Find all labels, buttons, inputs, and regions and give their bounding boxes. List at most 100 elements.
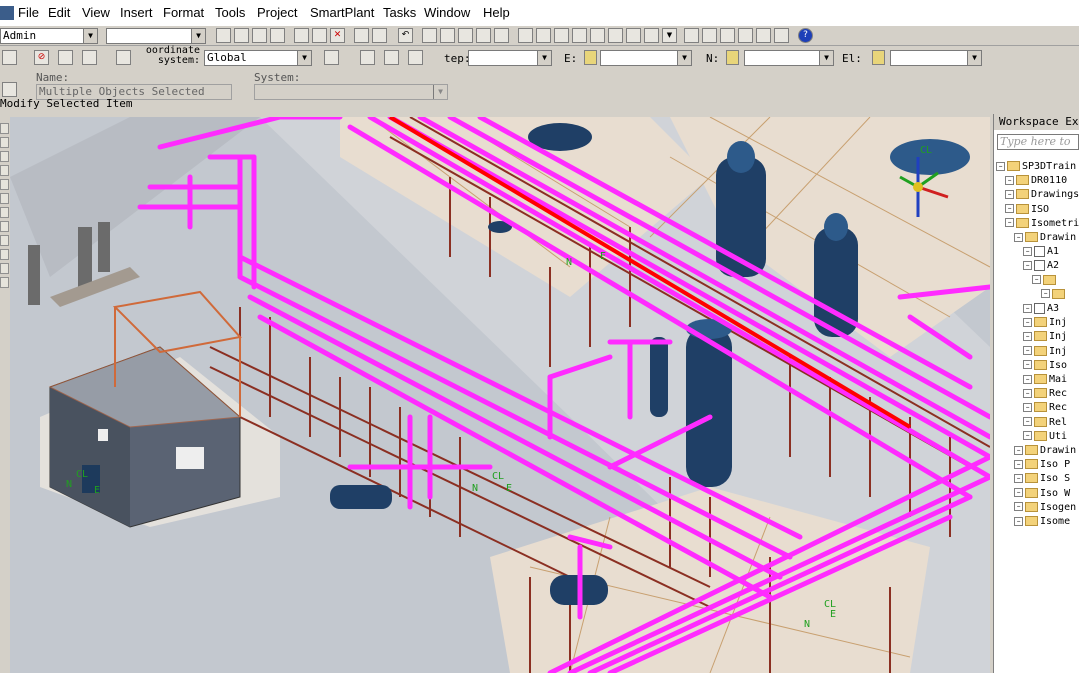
- view-front-icon[interactable]: [536, 28, 551, 43]
- menu-insert[interactable]: Insert: [120, 5, 153, 20]
- filter-icon[interactable]: [82, 50, 97, 65]
- print-icon[interactable]: [270, 28, 285, 43]
- spool-icon[interactable]: [0, 235, 9, 246]
- view-side-icon[interactable]: [554, 28, 569, 43]
- settings-icon[interactable]: [58, 50, 73, 65]
- tree-item[interactable]: − Uti: [1023, 430, 1067, 444]
- inspect-icon[interactable]: [440, 28, 455, 43]
- weld-icon[interactable]: [0, 249, 9, 260]
- tree-item[interactable]: − Mai: [1023, 373, 1067, 387]
- view-top-icon[interactable]: [518, 28, 533, 43]
- properties-icon[interactable]: [354, 28, 369, 43]
- tree-item[interactable]: − Inj: [1023, 345, 1067, 359]
- dropdown-arrow-icon[interactable]: ▼: [677, 51, 691, 65]
- tree-item[interactable]: − SP3DTrain: [996, 160, 1076, 174]
- view-style-dropdown-icon[interactable]: ▼: [662, 28, 677, 43]
- view-common-icon[interactable]: [626, 28, 641, 43]
- pinpoint-icon[interactable]: [360, 50, 375, 65]
- save-icon[interactable]: [252, 28, 267, 43]
- select-tool-icon[interactable]: [0, 123, 9, 134]
- expand-icon[interactable]: −: [1014, 488, 1023, 498]
- system-combo[interactable]: ▼: [254, 84, 448, 100]
- expand-icon[interactable]: −: [1014, 445, 1023, 455]
- workspace-icon[interactable]: [116, 50, 131, 65]
- dropdown-arrow-icon[interactable]: ▼: [433, 85, 447, 99]
- expand-icon[interactable]: −: [1023, 346, 1032, 356]
- expand-icon[interactable]: −: [1014, 516, 1023, 526]
- tree-item[interactable]: − Drawin: [1014, 231, 1076, 245]
- menu-project[interactable]: Project: [257, 5, 297, 20]
- expand-icon[interactable]: −: [1005, 204, 1014, 214]
- insert-tap-icon[interactable]: [0, 193, 9, 204]
- expand-icon[interactable]: −: [1041, 289, 1050, 299]
- copy-icon[interactable]: [294, 28, 309, 43]
- pan-icon[interactable]: [702, 28, 717, 43]
- insert-specialty-icon[interactable]: [0, 165, 9, 176]
- expand-icon[interactable]: −: [1005, 175, 1014, 185]
- lock-icon[interactable]: [584, 50, 597, 65]
- view-elevation-icon[interactable]: [608, 28, 623, 43]
- delete-icon[interactable]: ✕: [330, 28, 345, 43]
- tree-item[interactable]: −: [1041, 288, 1067, 302]
- tree-item[interactable]: − Isome: [1014, 515, 1070, 529]
- expand-icon[interactable]: −: [1023, 303, 1032, 313]
- tree-item[interactable]: − Iso S: [1014, 472, 1070, 486]
- expand-icon[interactable]: −: [1014, 473, 1023, 483]
- dropdown-arrow-icon[interactable]: ▼: [537, 51, 551, 65]
- menu-smartplant[interactable]: SmartPlant: [310, 5, 374, 20]
- tree-item[interactable]: − ISO: [1005, 203, 1049, 217]
- tree-item[interactable]: − Isometric: [1005, 217, 1079, 231]
- n-coordinate-field[interactable]: ▼: [744, 50, 834, 66]
- dropdown-arrow-icon[interactable]: ▼: [819, 51, 833, 65]
- tree-item[interactable]: − Iso P: [1014, 458, 1070, 472]
- measure-icon[interactable]: [422, 28, 437, 43]
- expand-icon[interactable]: −: [1023, 246, 1032, 256]
- tree-item[interactable]: − A2: [1023, 259, 1059, 273]
- menu-format[interactable]: Format: [163, 5, 204, 20]
- route-pipe-icon[interactable]: [0, 137, 9, 148]
- rotate-icon[interactable]: [756, 28, 771, 43]
- fit-icon[interactable]: [738, 28, 753, 43]
- expand-icon[interactable]: −: [1023, 260, 1032, 270]
- help-icon[interactable]: ?: [798, 28, 813, 43]
- select-tool-icon[interactable]: [2, 50, 17, 65]
- tree-item[interactable]: −: [1032, 274, 1058, 288]
- expand-icon[interactable]: −: [1014, 502, 1023, 512]
- insert-feature-icon[interactable]: [0, 221, 9, 232]
- step-combo[interactable]: ▼: [468, 50, 552, 66]
- undo-icon[interactable]: ↶: [398, 28, 413, 43]
- tree-item[interactable]: − Isogen: [1014, 501, 1076, 515]
- view-plan-icon[interactable]: [590, 28, 605, 43]
- menu-file[interactable]: File: [18, 5, 39, 20]
- zoom-icon[interactable]: [684, 28, 699, 43]
- menu-tasks[interactable]: Tasks: [383, 5, 416, 20]
- target-icon[interactable]: [408, 50, 423, 65]
- view-style-icon[interactable]: [644, 28, 659, 43]
- zoom-area-icon[interactable]: [720, 28, 735, 43]
- expand-icon[interactable]: −: [1005, 218, 1014, 228]
- expand-icon[interactable]: −: [996, 161, 1005, 171]
- new-icon[interactable]: [216, 28, 231, 43]
- paste-icon[interactable]: [312, 28, 327, 43]
- graphic-view[interactable]: N E N E CL N E CL N E CL CL: [10, 117, 990, 673]
- menu-view[interactable]: View: [82, 5, 110, 20]
- tree-item[interactable]: − Rec: [1023, 387, 1067, 401]
- expand-icon[interactable]: −: [1023, 360, 1032, 370]
- lock-icon[interactable]: [726, 50, 739, 65]
- expand-icon[interactable]: −: [1023, 388, 1032, 398]
- active-filter-combo[interactable]: ▼: [106, 28, 206, 44]
- app-icon[interactable]: [0, 6, 14, 20]
- expand-icon[interactable]: −: [1014, 232, 1023, 242]
- tree-item[interactable]: − Drawin: [1014, 444, 1076, 458]
- dropdown-arrow-icon[interactable]: ▼: [967, 51, 981, 65]
- expand-icon[interactable]: −: [1032, 275, 1041, 285]
- view-iso-icon[interactable]: [572, 28, 587, 43]
- permission-group-combo[interactable]: Admin ▼: [0, 28, 98, 44]
- coordinate-system-icon[interactable]: [324, 50, 339, 65]
- tree-item[interactable]: − Inj: [1023, 330, 1067, 344]
- lock-icon[interactable]: [872, 50, 885, 65]
- stop-icon[interactable]: ⊘: [34, 50, 49, 65]
- pen-icon[interactable]: [494, 28, 509, 43]
- expand-icon[interactable]: −: [1005, 189, 1014, 199]
- relative-icon[interactable]: [384, 50, 399, 65]
